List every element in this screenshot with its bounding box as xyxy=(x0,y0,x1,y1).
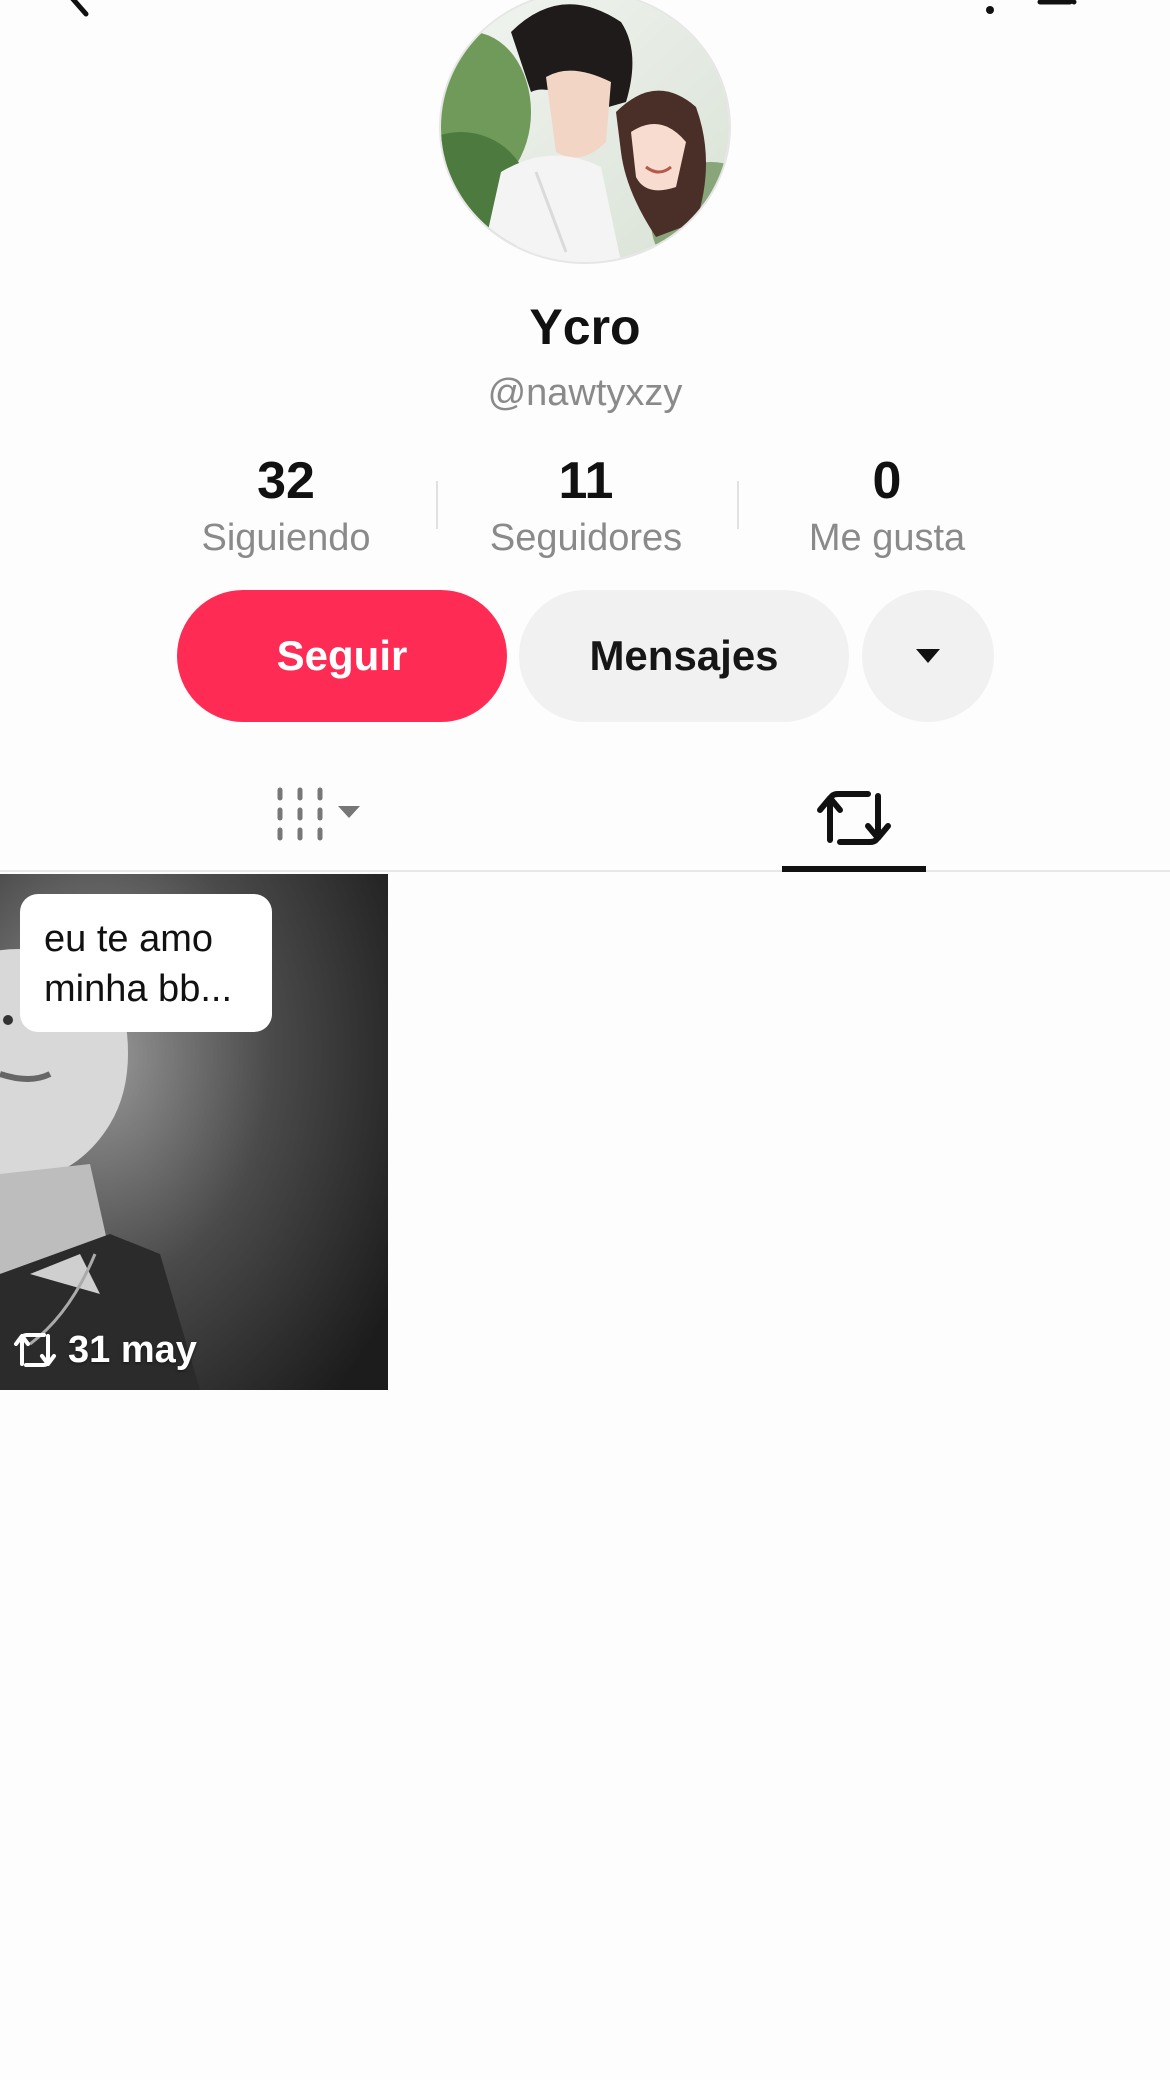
following-label: Siguiendo xyxy=(201,517,371,559)
top-bar-actions xyxy=(970,0,1090,20)
repost-icon xyxy=(817,791,891,845)
message-button[interactable]: Mensajes xyxy=(519,590,849,722)
following-count: 32 xyxy=(257,452,315,510)
profile-stats: 32 Siguiendo 11 Seguidores 0 Me gusta xyxy=(0,455,1170,565)
caret-down-icon xyxy=(916,649,940,663)
caption-line-1: eu te amo xyxy=(44,918,213,960)
tab-reposts[interactable] xyxy=(782,778,926,870)
active-tab-indicator xyxy=(782,866,926,872)
caret-down-icon xyxy=(338,806,360,818)
display-name: Ycro xyxy=(529,299,641,355)
more-options-button[interactable] xyxy=(862,590,994,722)
notification-icon[interactable] xyxy=(982,0,998,14)
tab-videos[interactable] xyxy=(272,784,372,844)
avatar xyxy=(441,0,729,262)
stat-likes[interactable]: 0 Me gusta xyxy=(737,455,1037,560)
repost-video-tile[interactable]: eu te amo minha bb... 31 may xyxy=(0,874,388,1390)
repost-meta: 31 may xyxy=(12,1322,197,1378)
followers-count: 11 xyxy=(558,452,614,510)
likes-count: 0 xyxy=(872,452,902,510)
stat-followers[interactable]: 11 Seguidores xyxy=(436,455,736,560)
grid-icon xyxy=(277,787,360,841)
share-icon[interactable] xyxy=(1037,0,1077,5)
followers-label: Seguidores xyxy=(489,517,683,559)
repost-date: 31 may xyxy=(68,1328,197,1371)
follow-button[interactable]: Seguir xyxy=(177,590,507,722)
caption-bubble: eu te amo minha bb... xyxy=(20,894,272,1032)
username: @nawtyxzy xyxy=(487,372,683,414)
profile-tabs xyxy=(0,770,1170,872)
back-icon[interactable] xyxy=(60,0,100,18)
likes-label: Me gusta xyxy=(808,517,966,559)
caption-line-2: minha bb... xyxy=(44,968,232,1010)
repost-icon xyxy=(14,1333,56,1367)
stat-following[interactable]: 32 Siguiendo xyxy=(136,455,436,560)
